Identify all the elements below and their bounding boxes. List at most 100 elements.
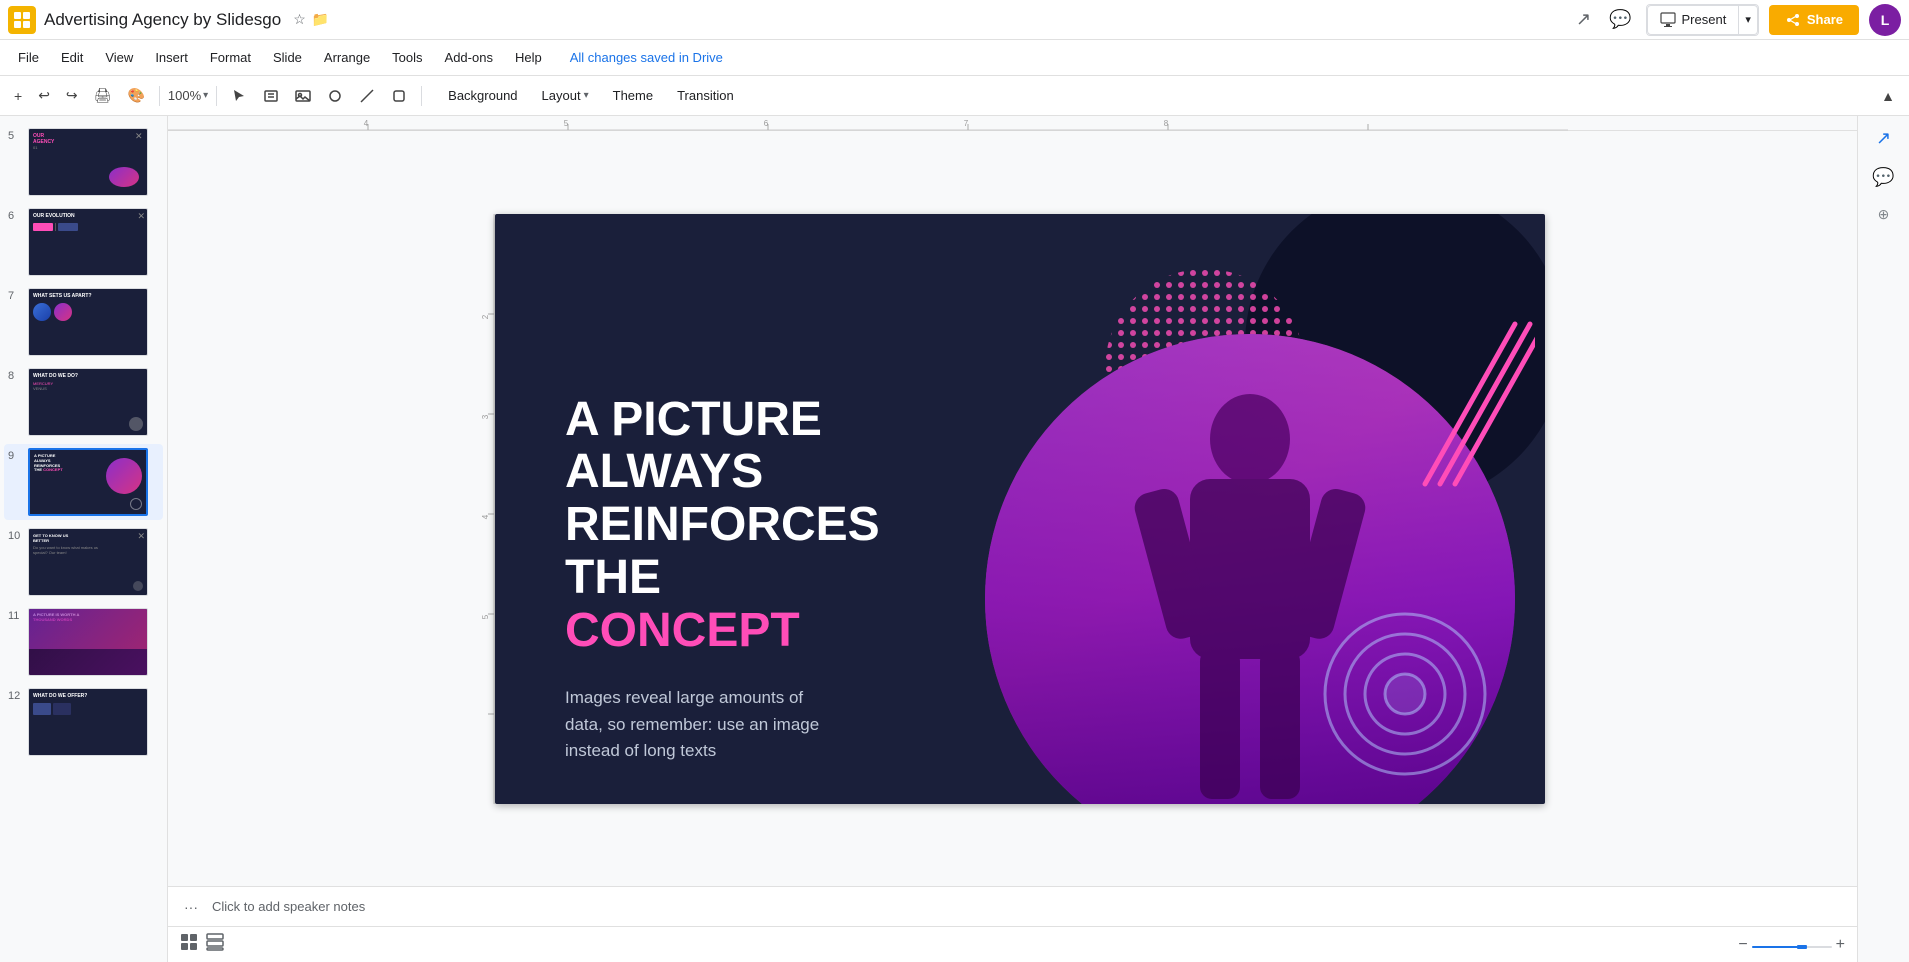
paint-format-button[interactable]: 🎨 [121,83,150,108]
svg-text:5: 5 [481,614,490,619]
slide-text-block[interactable]: A PICTURE ALWAYS REINFORCES THE CONCEPT … [565,394,905,765]
share-label: Share [1807,12,1843,27]
image-tool[interactable] [289,84,317,108]
zoom-controls: − + [1738,936,1845,954]
toolbar: + ↩ ↪ 🖨 🎨 100% ▾ Background Layout ▾ The… [0,76,1909,116]
zoom-slider[interactable] [1752,938,1832,952]
close-icon-6[interactable]: ✕ [137,211,145,222]
toolbar-separator-1 [159,86,160,106]
chat-sidebar-icon[interactable]: 💬 [1868,163,1898,192]
present-dropdown-button[interactable]: ▾ [1739,5,1758,35]
ruler-vertical: 2 3 4 5 [480,214,495,804]
svg-text:2: 2 [481,314,490,319]
redo-button[interactable]: ↪ [60,83,84,108]
background-button[interactable]: Background [438,83,527,108]
print-button[interactable]: 🖨 [88,83,118,108]
slide-thumb-11[interactable]: 11 A PICTURE IS WORTH ATHOUSAND WORDS [4,604,163,680]
line-tool[interactable] [353,84,381,108]
layout-label: Layout [542,88,581,103]
slide-thumb-10[interactable]: 10 GET TO KNOW USBETTER Do you want to k… [4,524,163,600]
zoom-out-button[interactable]: − [1738,936,1747,954]
close-icon-5[interactable]: ✕ [135,131,145,141]
menu-view[interactable]: View [95,46,143,69]
deco-rings [1315,604,1495,784]
trending-sidebar-icon[interactable]: ↗ [1872,124,1895,153]
zoom-chevron: ▾ [203,90,208,101]
user-avatar[interactable]: L [1869,4,1901,36]
slide-heading: A PICTURE ALWAYS REINFORCES THE CONCEPT [565,394,905,658]
svg-text:8: 8 [1164,119,1169,128]
layout-button[interactable]: Layout ▾ [532,83,599,108]
slide-canvas[interactable]: A PICTURE ALWAYS REINFORCES THE CONCEPT … [495,214,1545,804]
top-bar: Advertising Agency by Slidesgo ☆ 📁 ↗ 💬 P… [0,0,1909,40]
plugin-sidebar-icon[interactable]: ⊕ [1874,202,1894,227]
menu-tools[interactable]: Tools [382,46,432,69]
canvas-area: 4 5 6 7 8 2 3 4 5 [168,116,1857,962]
notes-bar[interactable]: ··· Click to add speaker notes [168,886,1857,926]
saved-status: All changes saved in Drive [570,50,723,65]
menu-insert[interactable]: Insert [145,46,198,69]
menu-file[interactable]: File [8,46,49,69]
add-slide-button[interactable]: + [8,84,28,108]
star-icon[interactable]: ☆ [293,11,306,28]
heading-highlight: CONCEPT [565,604,800,657]
cursor-tool[interactable] [225,84,253,108]
slide-toolbar-right: Background Layout ▾ Theme Transition [438,83,744,108]
svg-text:6: 6 [764,119,769,128]
slide-thumbnail-6: OUR EVOLUTION ✕ [28,208,148,276]
zoom-control[interactable]: 100% ▾ [168,88,208,103]
slide-thumb-9[interactable]: 9 A PICTUREALWAYSREINFORCESTHE CONCEPT [4,444,163,520]
share-button[interactable]: Share [1769,5,1859,35]
transition-button[interactable]: Transition [667,83,744,108]
heading-prefix: THE [565,551,661,604]
slide-thumb-8[interactable]: 8 WHAT DO WE DO? MERCURY VENUS [4,364,163,440]
special-tool[interactable] [385,84,413,108]
deco-diagonal-lines [1415,314,1535,494]
folder-icon[interactable]: 📁 [312,11,329,28]
present-btn-group: Present ▾ [1646,4,1759,36]
layout-chevron: ▾ [584,90,589,101]
menu-slide[interactable]: Slide [263,46,312,69]
present-button[interactable]: Present [1647,5,1740,35]
list-view-button[interactable] [206,933,224,956]
bottom-bar: − + [168,926,1857,962]
slide-thumbnail-12: WHAT DO WE OFFER? [28,688,148,756]
text-box-tool[interactable] [257,84,285,108]
svg-text:4: 4 [364,119,369,128]
slide-thumb-12[interactable]: 12 WHAT DO WE OFFER? [4,684,163,760]
theme-button[interactable]: Theme [603,83,663,108]
undo-button[interactable]: ↩ [32,83,56,108]
main-content: 5 ✕ OUR AGENCY 01 6 OUR EVOLUTION [0,116,1909,962]
comments-icon[interactable]: 💬 [1605,5,1635,34]
slide-thumb-6[interactable]: 6 OUR EVOLUTION ✕ [4,204,163,280]
slide-body-text: Images reveal large amounts of data, so … [565,685,825,764]
slide-panel[interactable]: 5 ✕ OUR AGENCY 01 6 OUR EVOLUTION [0,116,168,962]
menu-format[interactable]: Format [200,46,261,69]
title-actions: ☆ 📁 [293,11,329,28]
shape-tool[interactable] [321,84,349,108]
slide-scroll-area[interactable]: 2 3 4 5 [168,131,1857,886]
notes-dots: ··· [184,899,198,915]
collapse-toolbar-button[interactable]: ▲ [1875,84,1901,108]
right-sidebar: ↗ 💬 ⊕ [1857,116,1909,962]
svg-text:5: 5 [564,119,569,128]
menu-arrange[interactable]: Arrange [314,46,380,69]
zoom-value: 100% [168,88,201,103]
notes-placeholder[interactable]: Click to add speaker notes [212,899,365,914]
menu-addons[interactable]: Add-ons [435,46,503,69]
top-right-actions: ↗ 💬 Present ▾ Share L [1572,4,1901,36]
menu-edit[interactable]: Edit [51,46,93,69]
document-title: Advertising Agency by Slidesgo [44,10,281,30]
grid-view-button[interactable] [180,933,198,956]
menu-help[interactable]: Help [505,46,552,69]
slide-thumb-7[interactable]: 7 WHAT SETS US APART? [4,284,163,360]
slide-thumb-5[interactable]: 5 ✕ OUR AGENCY 01 [4,124,163,200]
close-icon-10[interactable]: ✕ [137,531,145,542]
ruler-horizontal: 4 5 6 7 8 [168,116,1857,131]
svg-text:4: 4 [481,514,490,519]
slide-thumbnail-5: ✕ OUR AGENCY 01 [28,128,148,196]
toolbar-separator-2 [216,86,217,106]
svg-text:7: 7 [964,119,969,128]
trending-icon[interactable]: ↗ [1572,5,1595,34]
zoom-in-button[interactable]: + [1836,936,1845,954]
